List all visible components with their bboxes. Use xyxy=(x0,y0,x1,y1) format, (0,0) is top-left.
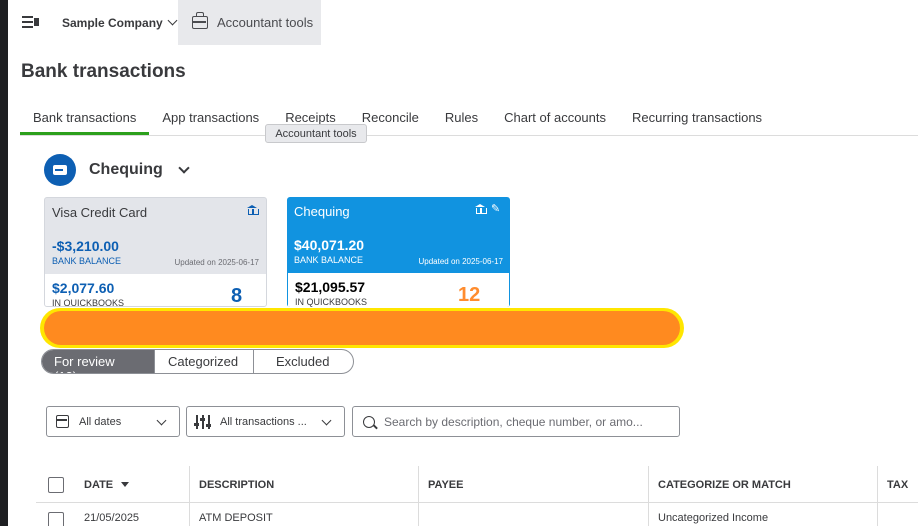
column-date[interactable]: DATE xyxy=(75,466,189,503)
bank-balance-label: BANK BALANCE xyxy=(52,256,122,266)
bank-balance-label: BANK BALANCE xyxy=(294,255,364,265)
bank-icon xyxy=(247,205,259,216)
account-card-visa[interactable]: Visa Credit Card -$3,210.00 BANK BALANCE… xyxy=(44,197,267,307)
tab-bank-transactions[interactable]: Bank transactions xyxy=(20,100,150,135)
select-all-checkbox[interactable] xyxy=(48,476,64,493)
date-filter-dropdown[interactable]: All dates xyxy=(46,406,180,437)
segment-categorized[interactable]: Categorized xyxy=(154,350,253,373)
redaction-mark xyxy=(40,308,684,348)
column-tax-label: TAX xyxy=(887,478,909,491)
chevron-down-icon xyxy=(156,415,167,426)
quickbooks-balance: $2,077.60 xyxy=(52,280,115,296)
card-account-name: Visa Credit Card xyxy=(52,205,148,220)
bank-balance: -$3,210.00 xyxy=(52,238,119,254)
account-selector[interactable]: Chequing xyxy=(44,154,190,186)
tab-rules[interactable]: Rules xyxy=(432,100,491,135)
search-input[interactable] xyxy=(384,414,674,429)
main-content: Sample Company Accountant tools Bank tra… xyxy=(8,0,918,526)
tab-bar: Bank transactions App transactions Recei… xyxy=(20,100,775,136)
card-account-name: Chequing xyxy=(294,204,350,219)
column-payee-label: PAYEE xyxy=(428,478,464,491)
filter-sliders-icon xyxy=(194,414,211,429)
accountant-tools-label: Accountant tools xyxy=(217,15,314,30)
row-payee[interactable] xyxy=(418,503,648,526)
search-box[interactable] xyxy=(352,406,680,437)
chevron-down-icon xyxy=(321,415,332,426)
tab-chart-of-accounts[interactable]: Chart of accounts xyxy=(491,100,619,135)
column-payee[interactable]: PAYEE xyxy=(418,466,648,503)
company-name: Sample Company xyxy=(62,16,163,30)
column-description-label: DESCRIPTION xyxy=(199,478,275,491)
briefcase-icon xyxy=(192,12,208,29)
table-header: DATE DESCRIPTION PAYEE CATEGORIZE OR MAT… xyxy=(36,466,918,503)
tab-app-transactions[interactable]: App transactions xyxy=(149,100,272,135)
chevron-down-icon xyxy=(178,161,190,174)
date-filter-value: All dates xyxy=(79,415,122,428)
transaction-filter-value: All transactions ... xyxy=(220,415,307,428)
pencil-icon[interactable]: ✎ xyxy=(491,204,502,215)
company-switcher[interactable]: Sample Company xyxy=(62,15,178,30)
tab-recurring-transactions[interactable]: Recurring transactions xyxy=(619,100,775,135)
transaction-filter-dropdown[interactable]: All transactions ... xyxy=(186,406,345,437)
table-row[interactable]: 21/05/2025 ATM DEPOSIT Uncategorized Inc… xyxy=(36,503,918,526)
review-count: 12 xyxy=(458,284,481,306)
column-categorize[interactable]: CATEGORIZE OR MATCH xyxy=(648,466,877,503)
review-count: 8 xyxy=(231,285,243,307)
accountant-tools-button[interactable]: Accountant tools xyxy=(178,0,321,45)
left-edge-bar xyxy=(0,0,8,526)
row-category[interactable]: Uncategorized Income xyxy=(648,503,877,526)
column-description[interactable]: DESCRIPTION xyxy=(189,466,418,503)
row-checkbox[interactable] xyxy=(48,511,64,526)
quickbooks-balance: $21,095.57 xyxy=(295,279,366,295)
row-description: ATM DEPOSIT xyxy=(189,503,418,526)
sort-desc-icon xyxy=(121,482,130,487)
tooltip: Accountant tools xyxy=(265,124,367,143)
segment-excluded[interactable]: Excluded xyxy=(253,350,353,373)
calendar-icon xyxy=(56,415,69,428)
updated-date: Updated on 2025-06-17 xyxy=(418,257,503,266)
column-categorize-label: CATEGORIZE OR MATCH xyxy=(658,478,791,491)
updated-date: Updated on 2025-06-17 xyxy=(174,258,259,267)
page-title: Bank transactions xyxy=(21,61,186,82)
search-icon xyxy=(363,415,375,428)
top-bar: Sample Company Accountant tools xyxy=(8,0,918,46)
chevron-down-icon xyxy=(167,15,178,26)
account-name: Chequing xyxy=(89,161,163,178)
tabs-divider xyxy=(20,135,918,136)
account-card-chequing[interactable]: Chequing ✎ $40,071.20 BANK BALANCE Updat… xyxy=(287,197,510,307)
row-tax[interactable] xyxy=(877,503,918,526)
collapse-menu-icon[interactable] xyxy=(22,14,40,30)
bank-account-icon xyxy=(44,154,76,186)
segment-for-review[interactable]: For review (12) xyxy=(42,350,154,373)
bank-balance: $40,071.20 xyxy=(294,237,365,253)
column-date-label: DATE xyxy=(84,478,114,491)
row-date: 21/05/2025 xyxy=(84,511,140,524)
bank-icon xyxy=(475,204,487,215)
review-status-segmented-control: For review (12) Categorized Excluded xyxy=(41,349,354,374)
column-tax[interactable]: TAX xyxy=(877,466,918,503)
